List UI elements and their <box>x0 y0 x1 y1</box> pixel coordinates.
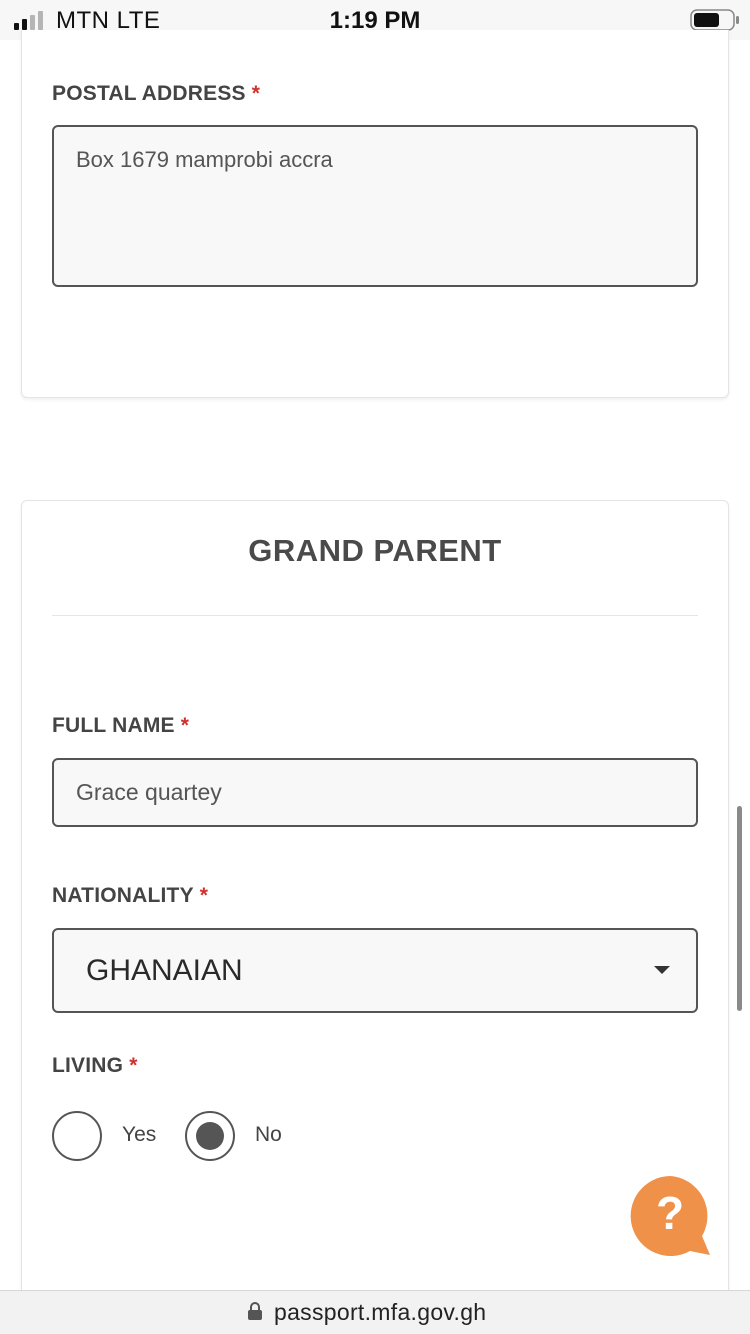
living-yes-radio[interactable] <box>52 1111 102 1161</box>
required-marker: * <box>251 82 261 105</box>
browser-url-bar[interactable]: passport.mfa.gov.gh <box>0 1290 750 1334</box>
required-marker: * <box>180 714 190 737</box>
help-chat-icon[interactable]: ? <box>628 1174 712 1258</box>
nationality-select[interactable]: GHANAIAN <box>52 928 698 1013</box>
battery-icon <box>690 9 739 31</box>
postal-address-label: POSTAL ADDRESS * <box>52 82 261 105</box>
living-label: LIVING * <box>52 1054 138 1077</box>
grand-parent-card <box>21 500 729 1320</box>
postal-address-textarea[interactable]: Box 1679 mamprobi accra <box>52 125 698 287</box>
chevron-down-icon <box>654 966 670 974</box>
required-marker: * <box>199 884 209 907</box>
radio-selected-dot <box>196 1122 224 1150</box>
required-marker: * <box>129 1054 138 1077</box>
scrollbar[interactable] <box>737 806 742 1011</box>
living-no-label[interactable]: No <box>255 1123 282 1147</box>
section-title: GRAND PARENT <box>248 533 502 568</box>
url-text: passport.mfa.gov.gh <box>274 1299 487 1325</box>
nationality-selected-value: GHANAIAN <box>86 954 243 987</box>
lock-icon <box>248 1302 262 1320</box>
full-name-input[interactable]: Grace quartey <box>52 758 698 827</box>
section-divider <box>52 615 698 616</box>
living-yes-label[interactable]: Yes <box>122 1123 156 1147</box>
full-name-label: FULL NAME * <box>52 714 190 737</box>
help-symbol: ? <box>656 1187 684 1239</box>
living-no-radio[interactable] <box>185 1111 235 1161</box>
nationality-label: NATIONALITY * <box>52 884 209 907</box>
